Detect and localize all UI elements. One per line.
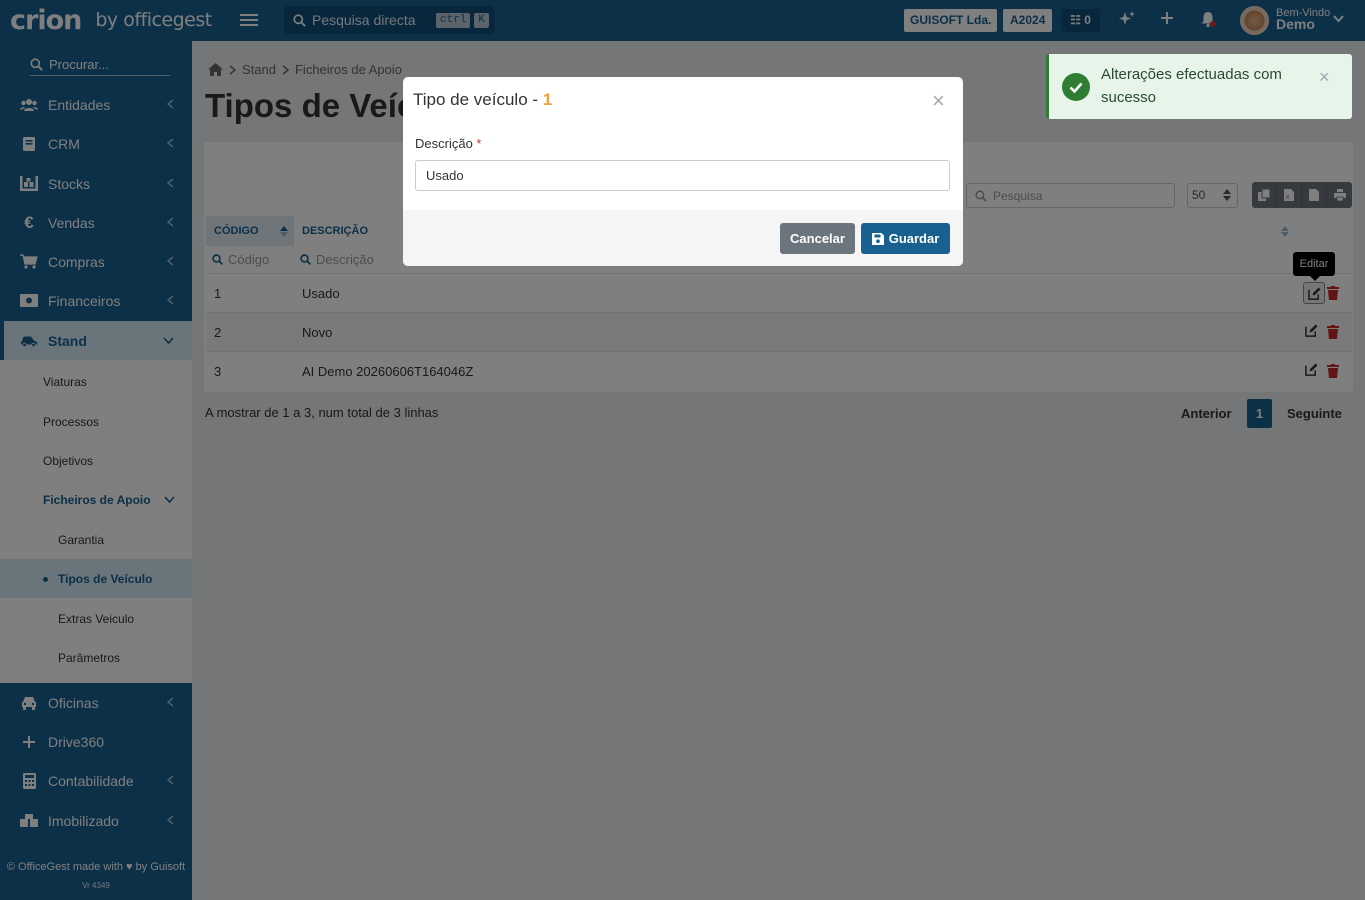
success-toast: Alterações efectuadas com sucesso × — [1046, 54, 1352, 119]
descricao-label: Descrição * — [415, 136, 481, 151]
field-label: Descrição — [415, 136, 473, 151]
save-label: Guardar — [888, 231, 940, 246]
modal-title-text: Tipo de veículo - — [413, 90, 543, 109]
modal-title: Tipo de veículo - 1 — [413, 90, 552, 110]
toast-close-icon[interactable]: × — [1319, 67, 1330, 88]
modal-title-number: 1 — [542, 90, 553, 109]
toast-message: Alterações efectuadas com sucesso — [1101, 66, 1282, 106]
modal-footer: Cancelar Guardar — [403, 210, 963, 266]
descricao-field[interactable]: Usado — [415, 160, 950, 191]
check-circle-icon — [1062, 73, 1090, 101]
save-icon — [871, 232, 884, 245]
edit-modal: Tipo de veículo - 1 × Descrição * Usado … — [403, 77, 963, 266]
close-icon[interactable]: × — [932, 90, 945, 112]
cancel-button[interactable]: Cancelar — [780, 223, 855, 254]
save-button[interactable]: Guardar — [861, 223, 950, 254]
required-mark: * — [476, 136, 482, 151]
